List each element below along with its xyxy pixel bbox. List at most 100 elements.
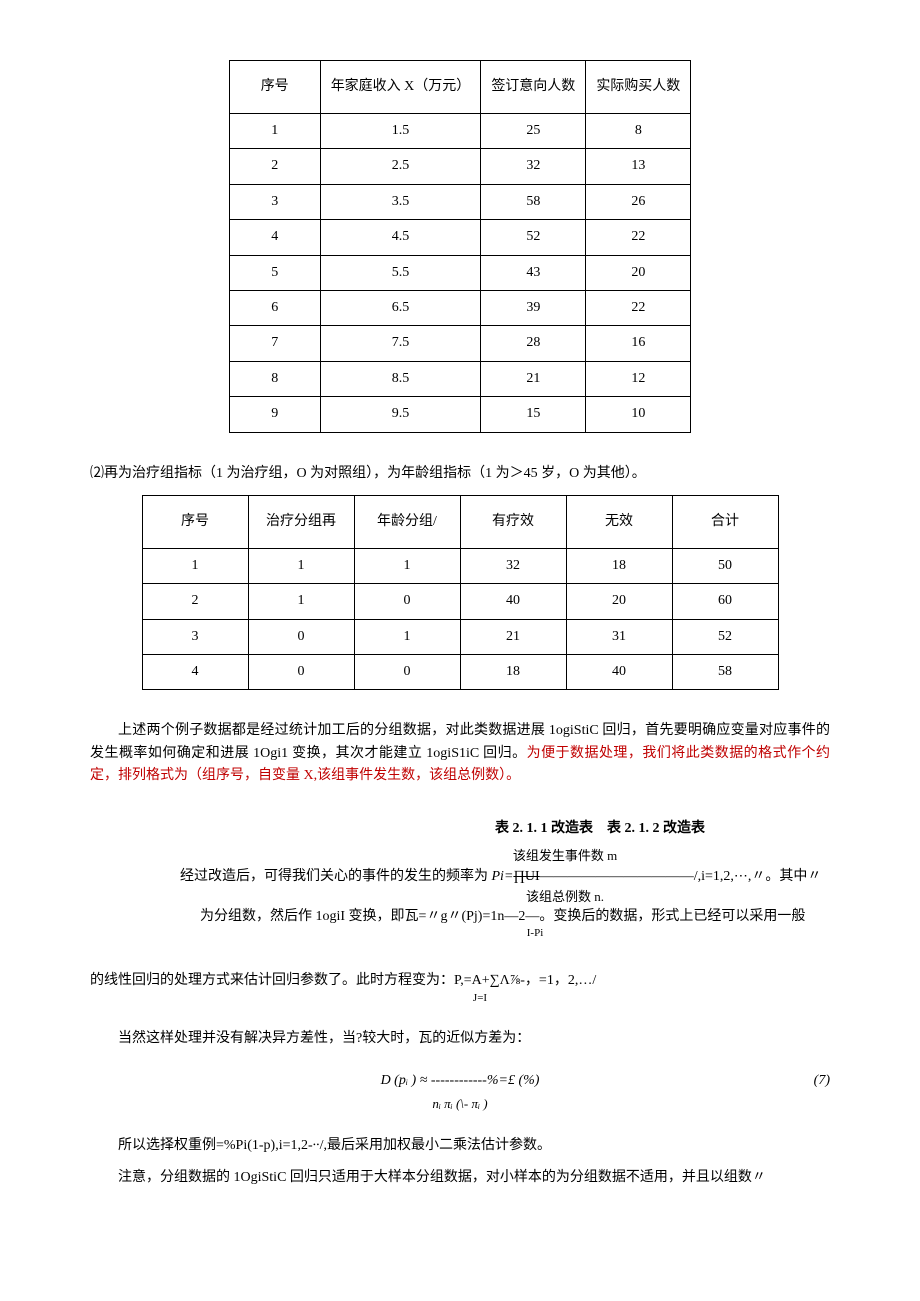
- table-cell: 18: [566, 548, 672, 583]
- table-cell: 32: [481, 149, 586, 184]
- table-cell: 4: [142, 655, 248, 690]
- table-row: 33.55826: [229, 184, 691, 219]
- table-cell: 6.5: [320, 290, 481, 325]
- table-cell: 7: [229, 326, 320, 361]
- col-treat: 治疗分组再: [248, 495, 354, 548]
- table-cell: 5.5: [320, 255, 481, 290]
- table-cell: 2: [142, 584, 248, 619]
- table-cell: 3: [229, 184, 320, 219]
- table-cell: 8: [229, 361, 320, 396]
- table-header-row: 序号 年家庭收入 X（万元） 签订意向人数 实际购买人数: [229, 61, 691, 114]
- table-row: 99.51510: [229, 397, 691, 432]
- table-row: 111321850: [142, 548, 778, 583]
- table-row: 301213152: [142, 619, 778, 654]
- table-cell: 20: [566, 584, 672, 619]
- table-cell: 31: [566, 619, 672, 654]
- table-cell: 1.5: [320, 114, 481, 149]
- table-cell: 21: [481, 361, 586, 396]
- formula-prefix: 经过改造后，可得我们关心的事件的发生的频率为: [180, 869, 492, 884]
- table-cell: 9.5: [320, 397, 481, 432]
- table-cell: 1: [248, 548, 354, 583]
- table-cell: 8.5: [320, 361, 481, 396]
- table-cell: 4.5: [320, 220, 481, 255]
- table-cell: 0: [354, 655, 460, 690]
- formula-sub: I-Pi: [240, 925, 830, 942]
- table-cell: 26: [586, 184, 691, 219]
- table-cell: 9: [229, 397, 320, 432]
- table-cell: 1: [354, 619, 460, 654]
- table-row: 210402060: [142, 584, 778, 619]
- table-cell: 21: [460, 619, 566, 654]
- table-cell: 0: [248, 619, 354, 654]
- income-table: 序号 年家庭收入 X（万元） 签订意向人数 实际购买人数 11.525822.5…: [229, 60, 692, 433]
- table-cell: 20: [586, 255, 691, 290]
- table-cell: 16: [586, 326, 691, 361]
- table-cell: 10: [586, 397, 691, 432]
- col-effective: 有疗效: [460, 495, 566, 548]
- table-cell: 8: [586, 114, 691, 149]
- table-cell: 22: [586, 290, 691, 325]
- paragraph-2: 上述两个例子数据都是经过统计加工后的分组数据，对此类数据进展 1ogiStiC …: [90, 720, 830, 787]
- table-cell: 6: [229, 290, 320, 325]
- table-cell: 2.5: [320, 149, 481, 184]
- eq-number: (7): [814, 1070, 830, 1092]
- table-cell: 60: [672, 584, 778, 619]
- formula-block-1: 该组发生事件数 m 经过改造后，可得我们关心的事件的发生的频率为 Pi=∏UI—…: [180, 846, 830, 942]
- table-cell: 40: [460, 584, 566, 619]
- formula-line-2: 为分组数，然后作 1ogiI 变换，即瓦=〃g〃(Pj)=1n—2—。变换后的数…: [200, 906, 830, 927]
- paragraph-6: 注意，分组数据的 1OgiStiC 回归只适用于大样本分组数据，对小样本的为分组…: [90, 1167, 830, 1189]
- table-cell: 50: [672, 548, 778, 583]
- table-row: 11.5258: [229, 114, 691, 149]
- col-seq: 序号: [229, 61, 320, 114]
- table-row: 77.52816: [229, 326, 691, 361]
- table-row: 400184058: [142, 655, 778, 690]
- table-header-row: 序号 治疗分组再 年龄分组/ 有疗效 无效 合计: [142, 495, 778, 548]
- eq-sub: nᵢ πᵢ (\- πᵢ ): [90, 1094, 830, 1115]
- table-cell: 4: [229, 220, 320, 255]
- table-cell: 15: [481, 397, 586, 432]
- table-cell: 58: [672, 655, 778, 690]
- formula-suffix: ———————————/,i=1,2,⋯,〃。其中〃: [540, 869, 822, 884]
- paragraph-3: 的线性回归的处理方式来估计回归参数了。此时方程变为：P,=A+∑Λ⅞-，=1，2…: [90, 970, 830, 992]
- table-cell: 25: [481, 114, 586, 149]
- table-cell: 1: [229, 114, 320, 149]
- table-row: 22.53213: [229, 149, 691, 184]
- table-cell: 7.5: [320, 326, 481, 361]
- table-row: 88.52112: [229, 361, 691, 396]
- table-cell: 13: [586, 149, 691, 184]
- table-cell: 52: [672, 619, 778, 654]
- col-seq: 序号: [142, 495, 248, 548]
- table-cell: 1: [248, 584, 354, 619]
- table-cell: 22: [586, 220, 691, 255]
- table-row: 44.55222: [229, 220, 691, 255]
- table-cell: 28: [481, 326, 586, 361]
- paragraph-4: 当然这样处理并没有解决异方差性，当?较大时，瓦的近似方差为：: [90, 1028, 830, 1050]
- formula-denominator: 该组总例数 n.: [300, 887, 830, 907]
- col-ineffective: 无效: [566, 495, 672, 548]
- formula-line-1: 经过改造后，可得我们关心的事件的发生的频率为 Pi=∏UI———————————…: [180, 866, 830, 887]
- eq-main: D (pᵢ ) ≈ ------------%=£ (%): [381, 1073, 540, 1088]
- col-actual: 实际购买人数: [586, 61, 691, 114]
- table-cell: 0: [354, 584, 460, 619]
- col-income: 年家庭收入 X（万元）: [320, 61, 481, 114]
- equation-7: D (pᵢ ) ≈ ------------%=£ (%) (7) nᵢ πᵢ …: [90, 1070, 830, 1115]
- table1-body: 11.525822.5321333.5582644.5522255.543206…: [229, 114, 691, 433]
- table-cell: 1: [142, 548, 248, 583]
- table-cell: 18: [460, 655, 566, 690]
- table-cell: 52: [481, 220, 586, 255]
- table2-body: 111321850210402060301213152400184058: [142, 548, 778, 690]
- para3-sub: J=I: [130, 990, 830, 1008]
- table-cell: 43: [481, 255, 586, 290]
- table-row: 55.54320: [229, 255, 691, 290]
- table-row: 66.53922: [229, 290, 691, 325]
- table-cell: 39: [481, 290, 586, 325]
- table-cell: 2: [229, 149, 320, 184]
- table-cell: 12: [586, 361, 691, 396]
- table-cell: 3.5: [320, 184, 481, 219]
- table-cell: 40: [566, 655, 672, 690]
- col-intent: 签订意向人数: [481, 61, 586, 114]
- table-cell: 3: [142, 619, 248, 654]
- col-age: 年龄分组/: [354, 495, 460, 548]
- table-cell: 58: [481, 184, 586, 219]
- table-cell: 1: [354, 548, 460, 583]
